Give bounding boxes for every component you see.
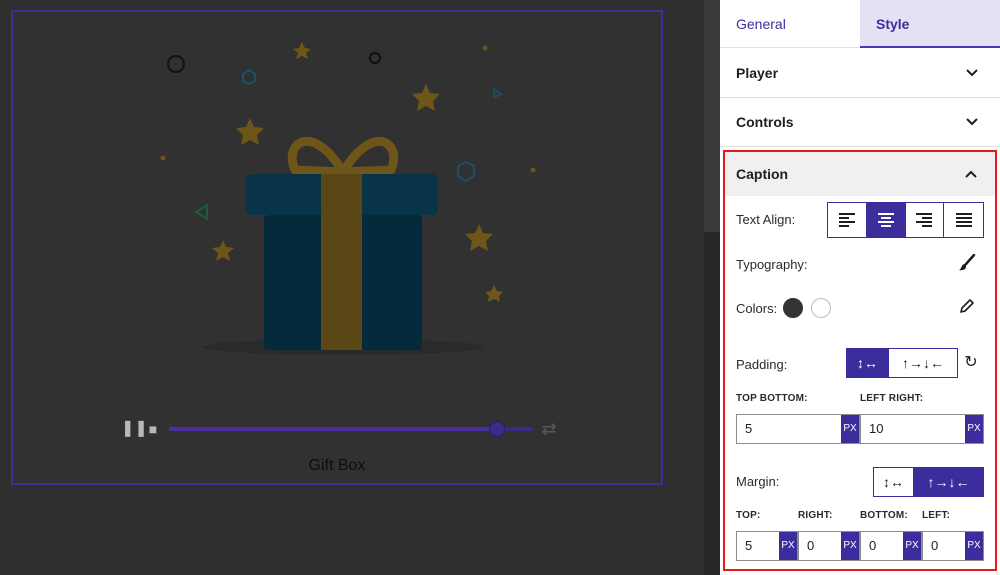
text-align-label: Text Align: [736,212,796,227]
padding-top-bottom-label: TOP BOTTOM: [736,393,808,404]
chevron-up-icon [965,152,977,196]
align-right-button[interactable] [905,203,945,237]
progress-handle[interactable] [489,421,505,437]
accordion-caption-label: Caption [736,166,789,182]
inspector-tabs: General Style [720,0,1000,48]
editor-canvas: ❚❚ ■ ⇄ Gift Box [0,0,720,575]
margin-left-field[interactable]: 0 PX [922,531,984,561]
chevron-down-icon [966,49,978,98]
padding-top-bottom-value: 5 [745,421,753,436]
margin-label: Margin: [736,474,780,489]
canvas-scrollbar-thumb[interactable] [704,0,720,232]
padding-left-right-unit[interactable]: PX [965,415,983,443]
margin-top-field[interactable]: 5 PX [736,531,798,561]
margin-bottom-unit[interactable]: PX [903,532,921,560]
progress-fill [169,427,497,431]
reset-icon[interactable]: ↻ [961,353,981,373]
margin-right-label: RIGHT: [798,510,833,521]
accordion-player-label: Player [736,65,779,81]
color-swatch-background[interactable] [811,298,831,318]
padding-linked-button[interactable]: ↕↔ [847,349,888,377]
margin-top-value: 5 [745,538,753,553]
text-align-group [827,202,984,238]
padding-individual-button[interactable]: ↑→↓← [888,349,957,377]
margin-left-value: 0 [931,538,939,553]
margin-right-field[interactable]: 0 PX [798,531,860,561]
accordion-caption[interactable]: Caption [725,152,995,196]
padding-label: Padding: [736,357,788,372]
typography-label: Typography: [736,257,808,272]
tab-style[interactable]: Style [860,0,1000,48]
color-swatch-text[interactable] [783,298,803,318]
margin-bottom-label: BOTTOM: [860,510,908,521]
align-right-icon [916,213,933,227]
margin-individual-button[interactable]: ↑→↓← [914,468,983,496]
gift-box-illustration [160,42,536,355]
margin-bottom-value: 0 [869,538,877,553]
accordion-controls-label: Controls [736,114,794,130]
padding-left-right-label: LEFT RIGHT: [860,393,924,404]
video-block[interactable]: ❚❚ ■ ⇄ Gift Box [11,10,663,485]
video-caption: Gift Box [308,457,366,474]
padding-left-right-value: 10 [869,421,884,436]
align-left-icon [838,213,855,227]
tab-general[interactable]: General [720,0,860,48]
margin-left-unit[interactable]: PX [965,532,983,560]
margin-bottom-field[interactable]: 0 PX [860,531,922,561]
padding-top-bottom-field[interactable]: 5 PX [736,414,860,444]
stop-icon[interactable]: ■ [143,417,163,441]
padding-top-bottom-unit[interactable]: PX [841,415,859,443]
caption-settings-section: Caption Text Align: Typography: Colors: … [723,150,997,571]
loop-icon[interactable]: ⇄ [537,417,561,441]
colors-label: Colors: [736,301,778,316]
margin-right-unit[interactable]: PX [841,532,859,560]
padding-left-right-field[interactable]: 10 PX [860,414,984,444]
pause-icon[interactable]: ❚❚ [121,417,148,441]
align-center-button[interactable] [866,203,906,237]
padding-mode-toggle: ↕↔ ↑→↓← [846,348,958,378]
align-justify-button[interactable] [944,203,983,237]
chevron-down-icon [966,98,978,147]
player-controls: ❚❚ ■ ⇄ [121,417,561,441]
margin-mode-toggle: ↕↔ ↑→↓← [873,467,984,497]
margin-top-label: TOP: [736,510,761,521]
margin-linked-button[interactable]: ↕↔ [874,468,914,496]
align-justify-icon [955,213,972,227]
align-center-icon [877,213,894,227]
margin-top-unit[interactable]: PX [779,532,797,560]
progress-track[interactable] [169,421,533,437]
align-left-button[interactable] [828,203,867,237]
accordion-controls[interactable]: Controls [720,98,1000,147]
pencil-icon[interactable] [957,298,977,318]
brush-icon[interactable] [957,253,977,274]
margin-left-label: LEFT: [922,510,951,521]
margin-right-value: 0 [807,538,815,553]
accordion-player[interactable]: Player [720,49,1000,98]
